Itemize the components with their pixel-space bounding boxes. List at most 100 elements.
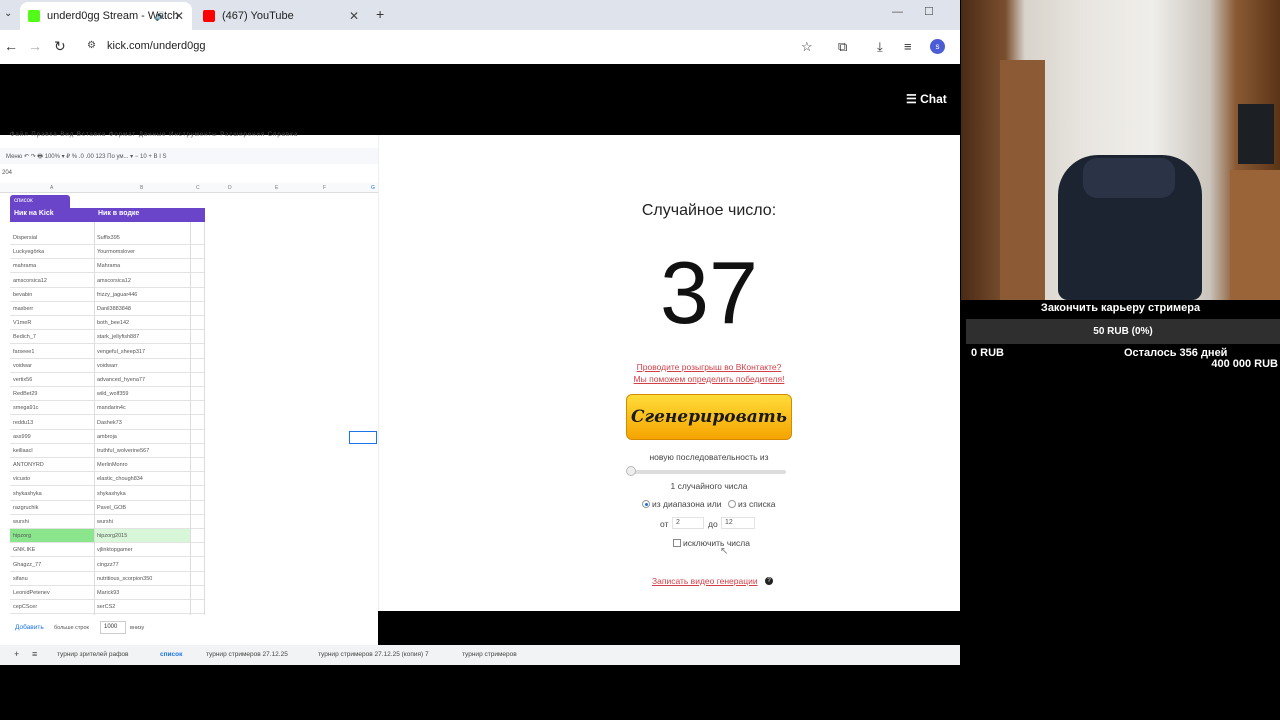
table-row[interactable]: Bedich_7 stark_jellyfish887 <box>10 330 205 345</box>
forward-icon[interactable]: → <box>28 38 42 54</box>
table-row[interactable]: amscorsica12 amscorsica12 <box>10 274 205 288</box>
sheet-tab-active[interactable]: список <box>160 651 182 658</box>
from-input[interactable]: 2 <box>672 517 704 529</box>
star-icon[interactable]: ☆ <box>801 39 813 55</box>
cell-kick-nick[interactable]: vertix56 <box>13 377 95 383</box>
table-row[interactable]: mahrama Mahrama <box>10 259 205 274</box>
cell-kick-nick[interactable]: GNK.IKE <box>13 547 95 553</box>
cell-kick-nick[interactable]: Luckyegōrka <box>13 249 95 255</box>
help-icon[interactable]: ? <box>765 577 773 585</box>
table-row[interactable]: V1meR both_bee142 <box>10 316 205 331</box>
cell-kick-nick[interactable]: reddu13 <box>13 420 95 426</box>
cell-kick-nick[interactable]: amscorsica12 <box>13 278 95 284</box>
sheet-tab[interactable]: турнир стримеров <box>462 651 517 658</box>
tab-search-icon[interactable]: ⌄ <box>4 8 12 19</box>
avatar[interactable]: s <box>930 39 945 54</box>
table-row[interactable]: keillaacl truthful_wolverine567 <box>10 444 205 458</box>
count-slider-handle[interactable] <box>626 466 636 476</box>
sheet-menu[interactable]: Файл Правка Вид Вставка Формат Данные Ин… <box>10 132 298 138</box>
cell-kick-nick[interactable]: ass999 <box>13 434 95 440</box>
cell-vodka-nick[interactable]: vjlinktopgamer <box>97 547 192 553</box>
table-row[interactable]: smega91c mandarin4c <box>10 401 205 416</box>
cell-kick-nick[interactable]: vicusto <box>13 476 95 482</box>
tab-kick[interactable]: underd0gg Stream - Watch 🔊 ✕ <box>20 2 192 30</box>
cell-vodka-nick[interactable]: serCS2 <box>97 604 192 610</box>
table-row[interactable]: razgruchik Pavel_GOB <box>10 501 205 515</box>
cell-kick-nick[interactable]: LeonidPetenev <box>13 590 95 596</box>
table-row[interactable]: Luckyegōrka Yourmomslover <box>10 245 205 260</box>
generate-button[interactable]: Сгенерировать <box>626 394 792 440</box>
table-row[interactable]: shykashyka shykashyka <box>10 487 205 501</box>
sheet-tab[interactable]: турнир стримеров 27.12.25 <box>206 651 288 658</box>
col-e[interactable]: E <box>275 185 278 191</box>
extensions-icon[interactable]: ⧉ <box>838 39 847 55</box>
reload-icon[interactable]: ↻ <box>54 38 66 55</box>
cell-vodka-nick[interactable]: mandarin4c <box>97 405 192 411</box>
cell-kick-nick[interactable]: smega91c <box>13 405 95 411</box>
col-b[interactable]: B <box>140 185 143 191</box>
exclude-checkbox[interactable] <box>673 539 681 547</box>
to-input[interactable]: 12 <box>721 517 755 529</box>
cell-kick-nick[interactable]: hipzorg <box>13 533 95 539</box>
cell-vodka-nick[interactable]: Yourmomslover <box>97 249 192 255</box>
cell-kick-nick[interactable]: maxberr <box>13 306 95 312</box>
add-sheet-icon[interactable]: + <box>14 649 19 659</box>
cell-vodka-nick[interactable]: hipzorg2015 <box>97 533 192 539</box>
back-icon[interactable]: ← <box>4 38 18 54</box>
sheet-tab[interactable]: турнир зрителей рафов <box>57 651 129 658</box>
filter-view-tab[interactable]: список <box>10 195 70 208</box>
cell-vodka-nick[interactable]: wurshi <box>97 519 192 525</box>
cell-vodka-nick[interactable]: nutritious_scorpion350 <box>97 576 192 582</box>
close-icon[interactable]: ✕ <box>349 9 359 23</box>
cell-kick-nick[interactable]: shykashyka <box>13 491 95 497</box>
cell-vodka-nick[interactable]: advanced_hyena77 <box>97 377 192 383</box>
table-row[interactable]: sifanu nutritious_scorpion350 <box>10 572 205 586</box>
cell-kick-nick[interactable]: keillaacl <box>13 448 95 454</box>
cell-kick-nick[interactable]: Ghagzz_77 <box>13 562 95 568</box>
table-row[interactable]: GNK.IKE vjlinktopgamer <box>10 543 205 558</box>
sheet-toolbar[interactable]: Меню ↶ ↷ 🖶 100% ▾ ₽ % .0 .00 123 По ум..… <box>0 148 378 164</box>
col-c[interactable]: C <box>196 185 200 191</box>
col-d[interactable]: D <box>228 185 232 191</box>
cell-vodka-nick[interactable]: Pavel_GOB <box>97 505 192 511</box>
cell-vodka-nick[interactable]: shykashyka <box>97 491 192 497</box>
list-radio[interactable] <box>728 500 736 508</box>
cell-vodka-nick[interactable]: stark_jellyfish887 <box>97 334 192 340</box>
table-row[interactable]: bevabin frizzy_jaguar446 <box>10 288 205 302</box>
col-f[interactable]: F <box>323 185 326 191</box>
cell-kick-nick[interactable]: wurshi <box>13 519 95 525</box>
url-field[interactable]: kick.com/underd0gg <box>107 40 205 52</box>
table-row[interactable]: Dispersial Suffix395 <box>10 231 205 245</box>
more-rows-input[interactable]: 1000 <box>100 621 126 634</box>
table-row[interactable]: vicusto elastic_chough834 <box>10 472 205 487</box>
table-row[interactable]: ass999 ambroja <box>10 430 205 444</box>
cell-vodka-nick[interactable]: Dashek73 <box>97 420 192 426</box>
cell-kick-nick[interactable]: voidwar <box>13 363 95 369</box>
cell-reference[interactable]: 204 <box>2 170 12 176</box>
add-rows-button[interactable]: Добавить <box>15 624 44 631</box>
cell-vodka-nick[interactable]: ambroja <box>97 434 192 440</box>
cell-kick-nick[interactable]: V1meR <box>13 320 95 326</box>
cell-vodka-nick[interactable]: MerlinMonro <box>97 462 192 468</box>
header-kick-nick[interactable]: Ник на Kick <box>14 210 54 217</box>
table-row[interactable]: farseee1 vengeful_sheep317 <box>10 345 205 359</box>
cell-vodka-nick[interactable]: vengeful_sheep317 <box>97 349 192 355</box>
table-row[interactable]: maxberr Danil3883848 <box>10 302 205 316</box>
selected-cell[interactable] <box>349 431 377 444</box>
site-info-icon[interactable]: ⚙ <box>87 40 96 51</box>
table-row[interactable]: Ghagzz_77 cingzz77 <box>10 558 205 572</box>
audio-icon[interactable]: 🔊 <box>155 11 166 22</box>
table-row[interactable]: hipzorg hipzorg2015 <box>10 529 205 544</box>
tab-youtube[interactable]: (467) YouTube ✕ <box>195 2 367 30</box>
table-row[interactable]: reddu13 Dashek73 <box>10 416 205 430</box>
download-icon[interactable]: ⤓ <box>877 39 883 55</box>
sheet-tab[interactable]: турнир стримеров 27.12.25 (копия) 7 <box>318 651 429 658</box>
cell-kick-nick[interactable]: razgruchik <box>13 505 95 511</box>
cell-kick-nick[interactable]: farseee1 <box>13 349 95 355</box>
cell-kick-nick[interactable]: Bedich_7 <box>13 334 95 340</box>
header-vodka-nick[interactable]: Ник в водке <box>98 210 139 217</box>
table-row[interactable]: ANTONYRD MerlinMonro <box>10 458 205 473</box>
vk-promo-link-2[interactable]: Мы поможем определить победителя! <box>378 374 1040 384</box>
cell-vodka-nick[interactable]: frizzy_jaguar446 <box>97 292 192 298</box>
cell-kick-nick[interactable]: mahrama <box>13 263 95 269</box>
